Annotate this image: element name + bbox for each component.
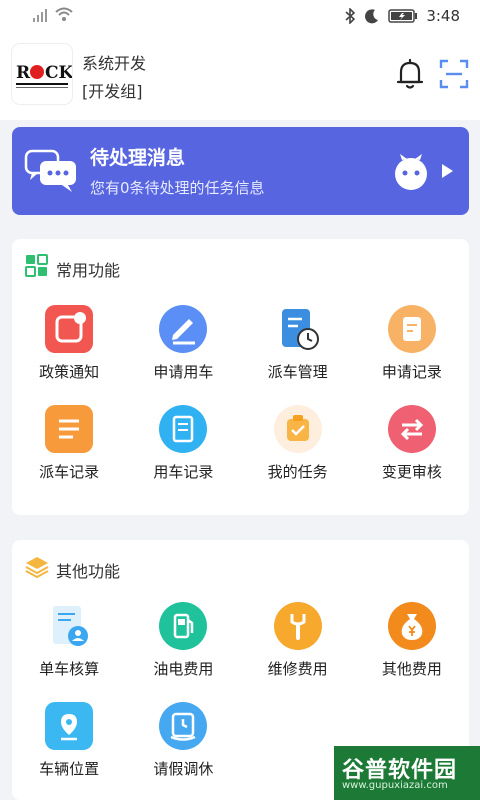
scan-icon[interactable]: [436, 56, 472, 92]
my-tasks-item[interactable]: 我的任务: [241, 405, 355, 505]
change-review-item[interactable]: 变更审核: [355, 405, 469, 505]
dispatch-management-icon: [274, 305, 322, 353]
user-group: [开发组]: [82, 82, 143, 101]
watermark-url: www.gupuxiazai.com: [342, 780, 448, 791]
money-bag-icon: [387, 602, 436, 650]
repair-cost-label: 维修费用: [267, 660, 328, 678]
pending-messages-banner[interactable]: 待处理消息 您有0条待处理的任务信息: [12, 127, 469, 215]
vehicle-accounting-item[interactable]: 单车核算: [12, 602, 126, 702]
wrench-icon: [273, 602, 322, 650]
vehicle-use-records-icon: [159, 405, 208, 453]
company-logo: R CK: [12, 44, 72, 104]
vehicle-use-records-label: 用车记录: [153, 463, 214, 481]
user-name: 系统开发: [82, 54, 147, 73]
svg-text:CK: CK: [45, 63, 72, 83]
robot-mascot-icon: [395, 154, 427, 190]
policy-notice-item[interactable]: 政策通知: [12, 305, 126, 405]
banner-subtitle: 您有0条待处理的任务信息: [90, 179, 265, 197]
apply-vehicle-item[interactable]: 申请用车: [126, 305, 240, 405]
vehicle-use-records-item[interactable]: 用车记录: [126, 405, 240, 505]
svg-text:R: R: [16, 63, 31, 83]
apps-grid-icon: [25, 254, 48, 277]
repair-cost-item[interactable]: 维修费用: [241, 602, 355, 702]
application-records-label: 申请记录: [381, 363, 442, 381]
apply-vehicle-icon: [159, 305, 208, 353]
leave-request-item[interactable]: 请假调休: [126, 702, 240, 800]
vehicle-location-item[interactable]: 车辆位置: [12, 702, 126, 800]
battery-icon: [388, 9, 418, 23]
fuel-pump-icon: [159, 602, 208, 650]
change-review-icon: [387, 405, 436, 453]
app-header: R CK 系统开发 [开发组]: [0, 34, 480, 120]
other-cost-item[interactable]: 其他费用: [355, 602, 469, 702]
layers-icon: [25, 557, 49, 579]
moon-icon: [365, 9, 379, 24]
my-tasks-label: 我的任务: [267, 463, 328, 481]
vehicle-accounting-label: 单车核算: [39, 660, 100, 678]
fuel-electric-cost-item[interactable]: 油电费用: [126, 602, 240, 702]
status-time: 3:48: [426, 7, 460, 25]
policy-notice-icon: [45, 305, 94, 353]
leave-calendar-icon: [159, 702, 208, 750]
notification-bell-icon[interactable]: [392, 56, 428, 92]
chat-bubbles-icon: [24, 149, 76, 192]
dispatch-records-label: 派车记录: [39, 463, 100, 481]
play-arrow-icon: [442, 164, 453, 178]
wifi-icon: [55, 7, 73, 21]
signal-icon: [33, 9, 47, 22]
application-records-icon: [387, 305, 436, 353]
other-cost-label: 其他费用: [381, 660, 442, 678]
policy-notice-label: 政策通知: [39, 363, 100, 381]
dispatch-management-item[interactable]: 派车管理: [241, 305, 355, 405]
my-tasks-icon: [273, 405, 322, 453]
common-functions-grid: 政策通知 申请用车 派车管理 申请记录 派车记录 用车记录 我的任务 变更审核: [12, 305, 469, 505]
dispatch-management-label: 派车管理: [267, 363, 328, 381]
common-functions-title: 常用功能: [56, 261, 121, 280]
location-pin-icon: [45, 702, 94, 750]
banner-title: 待处理消息: [90, 147, 186, 169]
dispatch-records-icon: [45, 405, 94, 453]
bluetooth-icon: [345, 8, 356, 24]
application-records-item[interactable]: 申请记录: [355, 305, 469, 405]
other-functions-title: 其他功能: [56, 562, 121, 581]
fuel-electric-cost-label: 油电费用: [153, 660, 214, 678]
vehicle-location-label: 车辆位置: [39, 760, 100, 778]
apply-vehicle-label: 申请用车: [153, 363, 214, 381]
common-functions-card: 常用功能 政策通知 申请用车 派车管理 申请记录 派车记录 用车记录 我的任务 …: [12, 239, 469, 515]
status-bar: 3:48: [0, 0, 480, 34]
leave-request-label: 请假调休: [153, 760, 214, 778]
dispatch-records-item[interactable]: 派车记录: [12, 405, 126, 505]
watermark-logo: 谷普软件园 www.gupuxiazai.com: [334, 746, 480, 800]
vehicle-accounting-icon: [45, 602, 93, 650]
change-review-label: 变更审核: [381, 463, 442, 481]
